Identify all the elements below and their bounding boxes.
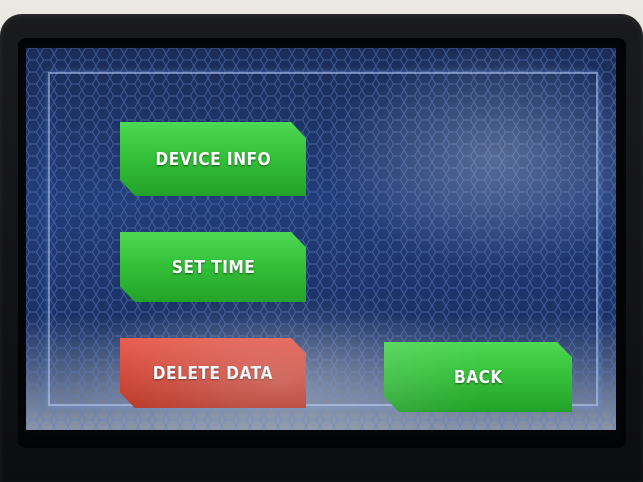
- device-info-button[interactable]: DEVICE INFO: [120, 122, 306, 196]
- set-time-label: SET TIME: [171, 256, 255, 278]
- delete-data-label: DELETE DATA: [152, 362, 274, 384]
- back-label: BACK: [453, 366, 503, 388]
- device-photo: DEVICE INFO SET TIME DELETE DATA BACK: [0, 0, 643, 482]
- device-info-label: DEVICE INFO: [155, 148, 271, 170]
- back-button[interactable]: BACK: [384, 342, 572, 412]
- delete-data-button[interactable]: DELETE DATA: [120, 338, 306, 408]
- touch-screen: DEVICE INFO SET TIME DELETE DATA BACK: [26, 48, 616, 430]
- set-time-button[interactable]: SET TIME: [120, 232, 306, 302]
